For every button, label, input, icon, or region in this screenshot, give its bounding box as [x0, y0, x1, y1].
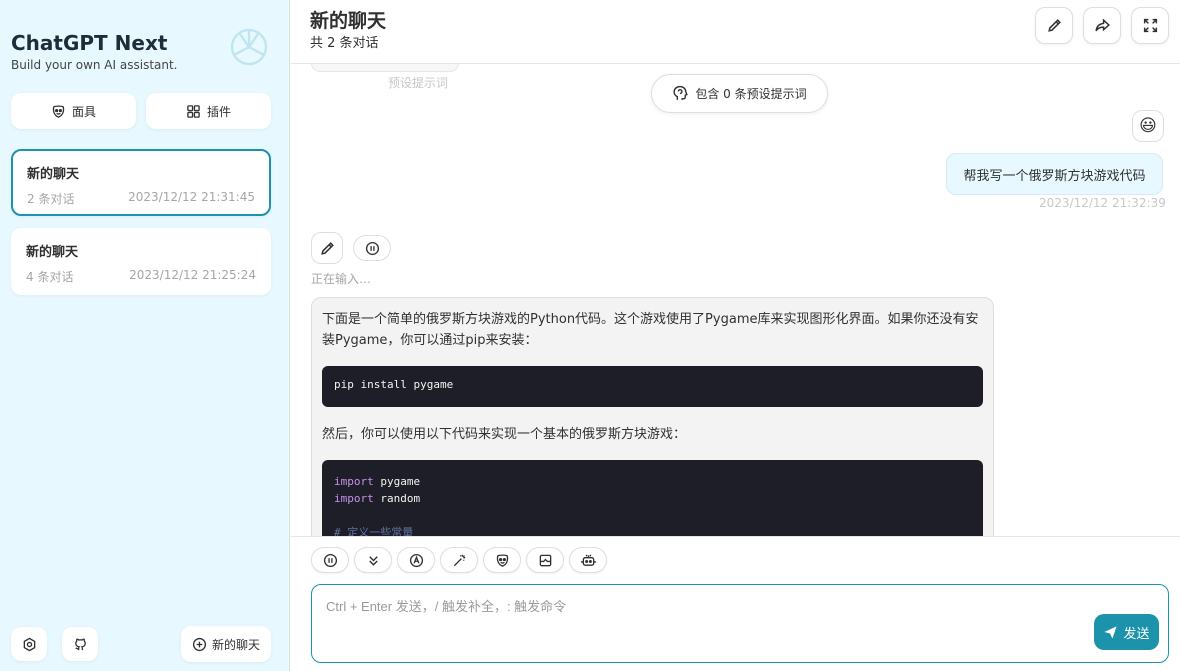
- user-message-time: 2023/12/12 21:32:39: [1039, 196, 1166, 210]
- chatgpt-logo-icon: [230, 28, 268, 66]
- chat-list-item[interactable]: 新的聊天 4 条对话 2023/12/12 21:25:24: [11, 228, 271, 295]
- share-button[interactable]: [1083, 7, 1121, 44]
- double-chevron-down-icon: [368, 555, 378, 566]
- app-subtitle: Build your own AI assistant.: [11, 58, 178, 72]
- share-icon: [1094, 18, 1110, 32]
- github-button[interactable]: [62, 627, 98, 661]
- edit-icon: [320, 241, 334, 255]
- bot-message: 下面是一个简单的俄罗斯方块游戏的Python代码。这个游戏使用了Pygame库来…: [311, 297, 994, 536]
- mask-action-button[interactable]: [483, 547, 521, 573]
- chat-item-count: 4 条对话: [26, 270, 74, 284]
- message-input[interactable]: [312, 585, 1168, 662]
- code-block[interactable]: pip install pygame: [322, 366, 983, 407]
- theme-button[interactable]: [397, 547, 435, 573]
- prompt-hint-button[interactable]: 包含 0 条预设提示词: [651, 74, 828, 113]
- context-prompt-label: 预设提示词: [388, 76, 449, 90]
- new-chat-label: 新的聊天: [211, 637, 260, 652]
- mask-icon: [496, 553, 508, 567]
- send-label: 发送: [1123, 626, 1150, 642]
- chat-item-title: 新的聊天: [27, 167, 80, 182]
- brain-icon: [673, 85, 689, 100]
- prompt-button[interactable]: [440, 547, 478, 573]
- prompt-hint-label: 包含 0 条预设提示词: [695, 87, 807, 101]
- context-prompt-bubble: [311, 64, 459, 72]
- fullscreen-icon: [1143, 18, 1157, 33]
- chat-list-item[interactable]: 新的聊天 2 条对话 2023/12/12 21:31:45: [11, 149, 271, 216]
- code-text: pygame: [373, 475, 421, 488]
- plugin-button[interactable]: 插件: [146, 93, 271, 129]
- model-button[interactable]: [569, 547, 607, 573]
- input-panel: 发送: [291, 536, 1180, 671]
- plugin-label: 插件: [206, 104, 231, 119]
- plugin-grid-icon: [187, 104, 200, 118]
- chat-title[interactable]: 新的聊天: [310, 6, 386, 33]
- bot-paragraph: 然后，你可以使用以下代码来实现一个基本的俄罗斯方块游戏：: [322, 427, 687, 442]
- chat-subtitle: 共 2 条对话: [310, 36, 379, 51]
- chat-header: 新的聊天 共 2 条对话: [291, 0, 1180, 64]
- scroll-bottom-button[interactable]: [354, 547, 392, 573]
- app-title: ChatGPT Next: [11, 31, 168, 55]
- code-block[interactable]: import pygame import random # 定义一些常量: [322, 460, 983, 536]
- magic-wand-icon: [453, 554, 465, 566]
- settings-button[interactable]: [11, 627, 47, 661]
- bot-edit-button[interactable]: [311, 232, 343, 264]
- mask-button[interactable]: 面具: [11, 93, 136, 129]
- sidebar: ChatGPT Next Build your own AI assistant…: [0, 0, 290, 671]
- auto-theme-icon: [409, 553, 423, 567]
- chat-item-time: 2023/12/12 21:31:45: [128, 190, 255, 204]
- user-message: 帮我写一个俄罗斯方块游戏代码: [946, 153, 1163, 195]
- settings-icon: [23, 637, 35, 651]
- user-avatar: 😃: [1132, 110, 1164, 142]
- pause-circle-icon: [365, 241, 379, 255]
- fullscreen-button[interactable]: [1131, 7, 1169, 44]
- clear-context-button[interactable]: [526, 547, 564, 573]
- bot-paragraph: 下面是一个简单的俄罗斯方块游戏的Python代码。这个游戏使用了Pygame库来…: [322, 312, 979, 348]
- rename-button[interactable]: [1035, 7, 1073, 44]
- send-button[interactable]: 发送: [1094, 614, 1159, 650]
- mask-label: 面具: [71, 104, 96, 119]
- new-chat-button[interactable]: 新的聊天: [181, 626, 271, 662]
- edit-icon: [1047, 19, 1061, 32]
- code-text: random: [373, 492, 421, 505]
- robot-icon: [580, 554, 596, 566]
- chat-item-count: 2 条对话: [27, 192, 75, 206]
- chat-item-title: 新的聊天: [26, 245, 79, 260]
- stop-action-button[interactable]: [311, 547, 349, 573]
- chat-body[interactable]: 预设提示词 包含 0 条预设提示词 😃 帮我写一个俄罗斯方块游戏代码 2023/…: [291, 64, 1180, 536]
- code-keyword: import: [334, 475, 374, 488]
- typing-indicator: 正在输入…: [311, 272, 372, 286]
- mask-icon: [52, 104, 65, 118]
- chat-item-time: 2023/12/12 21:25:24: [129, 268, 256, 282]
- github-icon: [74, 637, 86, 650]
- stop-generating-button[interactable]: [353, 235, 391, 261]
- add-circle-icon: [192, 637, 207, 651]
- break-icon: [539, 554, 551, 566]
- pause-circle-icon: [323, 553, 337, 567]
- send-icon: [1104, 625, 1118, 639]
- code-comment: # 定义一些常量: [334, 526, 414, 536]
- code-keyword: import: [334, 492, 374, 505]
- message-input-box: [311, 584, 1169, 663]
